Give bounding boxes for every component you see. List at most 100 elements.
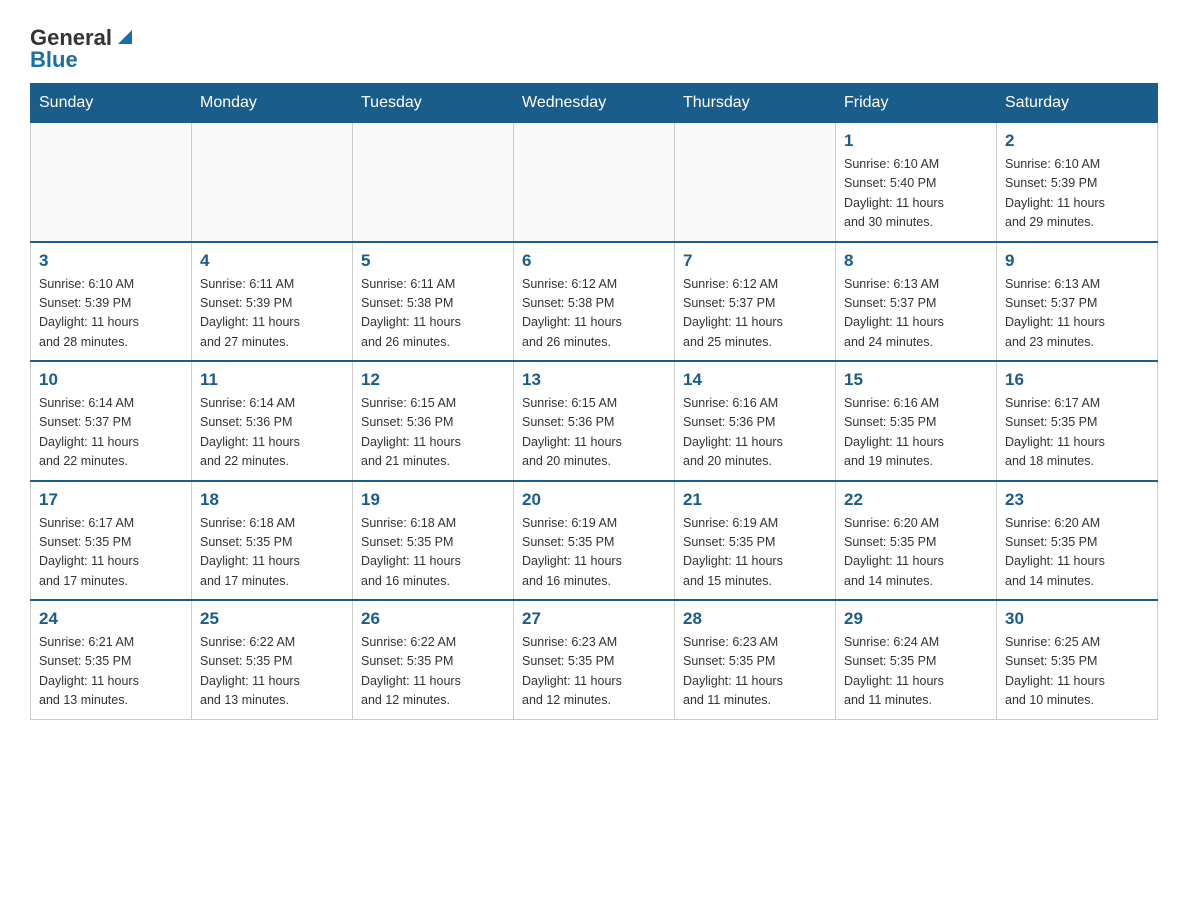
day-info: Sunrise: 6:17 AM Sunset: 5:35 PM Dayligh…: [39, 514, 183, 592]
day-number: 26: [361, 609, 505, 629]
day-number: 13: [522, 370, 666, 390]
day-info: Sunrise: 6:22 AM Sunset: 5:35 PM Dayligh…: [200, 633, 344, 711]
calendar-week-row: 17 Sunrise: 6:17 AM Sunset: 5:35 PM Dayli…: [31, 481, 1158, 601]
calendar-cell: 15 Sunrise: 6:16 AM Sunset: 5:35 PM Dayli…: [836, 361, 997, 481]
logo: General Blue: [30, 20, 136, 73]
day-info: Sunrise: 6:23 AM Sunset: 5:35 PM Dayligh…: [522, 633, 666, 711]
day-info: Sunrise: 6:22 AM Sunset: 5:35 PM Dayligh…: [361, 633, 505, 711]
day-number: 7: [683, 251, 827, 271]
calendar-week-row: 24 Sunrise: 6:21 AM Sunset: 5:35 PM Dayli…: [31, 600, 1158, 719]
calendar-cell: 5 Sunrise: 6:11 AM Sunset: 5:38 PM Daylig…: [353, 242, 514, 362]
day-info: Sunrise: 6:18 AM Sunset: 5:35 PM Dayligh…: [200, 514, 344, 592]
day-info: Sunrise: 6:14 AM Sunset: 5:36 PM Dayligh…: [200, 394, 344, 472]
calendar-cell: 22 Sunrise: 6:20 AM Sunset: 5:35 PM Dayli…: [836, 481, 997, 601]
day-number: 11: [200, 370, 344, 390]
calendar-cell: 11 Sunrise: 6:14 AM Sunset: 5:36 PM Dayli…: [192, 361, 353, 481]
day-info: Sunrise: 6:15 AM Sunset: 5:36 PM Dayligh…: [522, 394, 666, 472]
calendar-cell: [31, 123, 192, 242]
weekday-header-thursday: Thursday: [675, 84, 836, 123]
calendar-cell: 30 Sunrise: 6:25 AM Sunset: 5:35 PM Dayli…: [997, 600, 1158, 719]
calendar-cell: 27 Sunrise: 6:23 AM Sunset: 5:35 PM Dayli…: [514, 600, 675, 719]
calendar-table: SundayMondayTuesdayWednesdayThursdayFrid…: [30, 83, 1158, 720]
day-number: 14: [683, 370, 827, 390]
logo-triangle-icon: [114, 26, 136, 48]
calendar-cell: 16Sunrise: 6:17 AM Sunset: 5:35 PM Dayli…: [997, 361, 1158, 481]
calendar-week-row: 10Sunrise: 6:14 AM Sunset: 5:37 PM Dayli…: [31, 361, 1158, 481]
day-info: Sunrise: 6:20 AM Sunset: 5:35 PM Dayligh…: [844, 514, 988, 592]
weekday-header-friday: Friday: [836, 84, 997, 123]
day-number: 15: [844, 370, 988, 390]
day-info: Sunrise: 6:13 AM Sunset: 5:37 PM Dayligh…: [844, 275, 988, 353]
day-number: 25: [200, 609, 344, 629]
day-info: Sunrise: 6:10 AM Sunset: 5:39 PM Dayligh…: [39, 275, 183, 353]
calendar-cell: 23Sunrise: 6:20 AM Sunset: 5:35 PM Dayli…: [997, 481, 1158, 601]
day-info: Sunrise: 6:18 AM Sunset: 5:35 PM Dayligh…: [361, 514, 505, 592]
page-header: General Blue: [30, 20, 1158, 73]
day-number: 23: [1005, 490, 1149, 510]
calendar-cell: [675, 123, 836, 242]
calendar-cell: 4 Sunrise: 6:11 AM Sunset: 5:39 PM Daylig…: [192, 242, 353, 362]
day-info: Sunrise: 6:13 AM Sunset: 5:37 PM Dayligh…: [1005, 275, 1149, 353]
weekday-header-saturday: Saturday: [997, 84, 1158, 123]
calendar-cell: 20 Sunrise: 6:19 AM Sunset: 5:35 PM Dayli…: [514, 481, 675, 601]
calendar-week-row: 3Sunrise: 6:10 AM Sunset: 5:39 PM Daylig…: [31, 242, 1158, 362]
day-number: 9: [1005, 251, 1149, 271]
weekday-header-row: SundayMondayTuesdayWednesdayThursdayFrid…: [31, 84, 1158, 123]
day-number: 18: [200, 490, 344, 510]
day-info: Sunrise: 6:25 AM Sunset: 5:35 PM Dayligh…: [1005, 633, 1149, 711]
day-number: 22: [844, 490, 988, 510]
day-info: Sunrise: 6:19 AM Sunset: 5:35 PM Dayligh…: [683, 514, 827, 592]
day-number: 30: [1005, 609, 1149, 629]
day-number: 20: [522, 490, 666, 510]
day-info: Sunrise: 6:23 AM Sunset: 5:35 PM Dayligh…: [683, 633, 827, 711]
calendar-week-row: 1Sunrise: 6:10 AM Sunset: 5:40 PM Daylig…: [31, 123, 1158, 242]
day-number: 28: [683, 609, 827, 629]
day-number: 24: [39, 609, 183, 629]
calendar-cell: 2Sunrise: 6:10 AM Sunset: 5:39 PM Daylig…: [997, 123, 1158, 242]
day-number: 8: [844, 251, 988, 271]
logo-blue: Blue: [30, 47, 78, 73]
day-info: Sunrise: 6:10 AM Sunset: 5:39 PM Dayligh…: [1005, 155, 1149, 233]
calendar-cell: 3Sunrise: 6:10 AM Sunset: 5:39 PM Daylig…: [31, 242, 192, 362]
calendar-cell: 21 Sunrise: 6:19 AM Sunset: 5:35 PM Dayli…: [675, 481, 836, 601]
day-number: 5: [361, 251, 505, 271]
day-info: Sunrise: 6:21 AM Sunset: 5:35 PM Dayligh…: [39, 633, 183, 711]
day-number: 4: [200, 251, 344, 271]
day-number: 29: [844, 609, 988, 629]
day-number: 16: [1005, 370, 1149, 390]
day-info: Sunrise: 6:19 AM Sunset: 5:35 PM Dayligh…: [522, 514, 666, 592]
calendar-cell: 9 Sunrise: 6:13 AM Sunset: 5:37 PM Daylig…: [997, 242, 1158, 362]
day-number: 17: [39, 490, 183, 510]
weekday-header-sunday: Sunday: [31, 84, 192, 123]
day-number: 12: [361, 370, 505, 390]
weekday-header-wednesday: Wednesday: [514, 84, 675, 123]
calendar-cell: 28 Sunrise: 6:23 AM Sunset: 5:35 PM Dayli…: [675, 600, 836, 719]
day-info: Sunrise: 6:12 AM Sunset: 5:38 PM Dayligh…: [522, 275, 666, 353]
calendar-cell: [192, 123, 353, 242]
day-info: Sunrise: 6:16 AM Sunset: 5:35 PM Dayligh…: [844, 394, 988, 472]
weekday-header-tuesday: Tuesday: [353, 84, 514, 123]
calendar-cell: [514, 123, 675, 242]
weekday-header-monday: Monday: [192, 84, 353, 123]
calendar-cell: 18 Sunrise: 6:18 AM Sunset: 5:35 PM Dayli…: [192, 481, 353, 601]
calendar-cell: [353, 123, 514, 242]
calendar-cell: 26 Sunrise: 6:22 AM Sunset: 5:35 PM Dayli…: [353, 600, 514, 719]
day-info: Sunrise: 6:12 AM Sunset: 5:37 PM Dayligh…: [683, 275, 827, 353]
day-number: 1: [844, 131, 988, 151]
day-info: Sunrise: 6:14 AM Sunset: 5:37 PM Dayligh…: [39, 394, 183, 472]
day-info: Sunrise: 6:11 AM Sunset: 5:38 PM Dayligh…: [361, 275, 505, 353]
calendar-cell: 8 Sunrise: 6:13 AM Sunset: 5:37 PM Daylig…: [836, 242, 997, 362]
day-info: Sunrise: 6:11 AM Sunset: 5:39 PM Dayligh…: [200, 275, 344, 353]
calendar-cell: 25 Sunrise: 6:22 AM Sunset: 5:35 PM Dayli…: [192, 600, 353, 719]
day-info: Sunrise: 6:24 AM Sunset: 5:35 PM Dayligh…: [844, 633, 988, 711]
calendar-cell: 10Sunrise: 6:14 AM Sunset: 5:37 PM Dayli…: [31, 361, 192, 481]
day-number: 19: [361, 490, 505, 510]
day-number: 21: [683, 490, 827, 510]
day-info: Sunrise: 6:16 AM Sunset: 5:36 PM Dayligh…: [683, 394, 827, 472]
calendar-cell: 17 Sunrise: 6:17 AM Sunset: 5:35 PM Dayli…: [31, 481, 192, 601]
day-number: 27: [522, 609, 666, 629]
calendar-cell: 7 Sunrise: 6:12 AM Sunset: 5:37 PM Daylig…: [675, 242, 836, 362]
calendar-cell: 19 Sunrise: 6:18 AM Sunset: 5:35 PM Dayli…: [353, 481, 514, 601]
day-number: 6: [522, 251, 666, 271]
calendar-cell: 13 Sunrise: 6:15 AM Sunset: 5:36 PM Dayli…: [514, 361, 675, 481]
